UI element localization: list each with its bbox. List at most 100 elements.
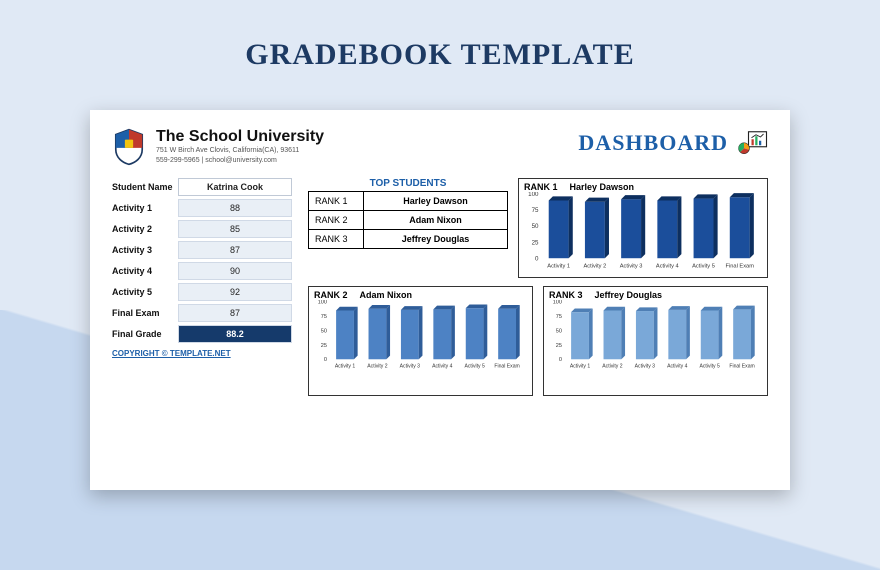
bar	[401, 310, 419, 359]
y-tick: 100	[553, 300, 562, 306]
bar	[636, 311, 654, 359]
y-tick: 50	[532, 223, 539, 230]
bar	[733, 309, 751, 359]
bar	[498, 309, 516, 360]
rank-cell: RANK 3	[309, 230, 364, 249]
rank-row: RANK 1Harley Dawson	[309, 192, 508, 211]
bar-side	[386, 305, 390, 359]
grade-value: 85	[178, 220, 292, 238]
school-address: 751 W Birch Ave Clovis, California(CA), …	[156, 146, 324, 156]
bar-top	[730, 193, 754, 197]
grade-row: Final Exam87	[112, 304, 292, 322]
student-name-row: Student Name Katrina Cook	[112, 178, 292, 196]
y-tick: 50	[556, 328, 562, 334]
x-tick: Activity 1	[547, 264, 570, 270]
bar-side	[677, 196, 681, 258]
school-crest-icon	[112, 128, 146, 166]
rank-row: RANK 3Jeffrey Douglas	[309, 230, 508, 249]
bar-top	[701, 307, 723, 311]
y-tick: 0	[324, 357, 327, 363]
chart-title: RANK 3Jeffrey Douglas	[549, 290, 762, 300]
y-tick: 100	[528, 192, 539, 198]
grade-value: 87	[178, 304, 292, 322]
bar-side	[484, 304, 488, 359]
bar	[336, 310, 354, 359]
bar	[571, 312, 589, 359]
grade-label: Final Exam	[112, 308, 178, 318]
page-title: GRADEBOOK TEMPLATE	[0, 0, 880, 72]
y-tick: 100	[318, 300, 327, 306]
school-name: The School University	[156, 128, 324, 146]
bar-top	[621, 195, 645, 199]
school-block: The School University 751 W Birch Ave Cl…	[112, 128, 324, 166]
y-tick: 25	[532, 239, 539, 246]
grade-label: Activity 4	[112, 266, 178, 276]
chart-rank-label: RANK 3	[549, 290, 583, 300]
card-header: The School University 751 W Birch Ave Cl…	[112, 128, 768, 166]
bar	[668, 310, 686, 359]
bar-top	[636, 307, 658, 311]
bar	[585, 202, 605, 258]
bar-chart: 0255075100Activity 1Activity 2Activity 3…	[549, 300, 762, 372]
gradebook-card: The School University 751 W Birch Ave Cl…	[90, 110, 790, 490]
x-tick: Final Exam	[729, 364, 754, 370]
bar-top	[466, 304, 488, 308]
y-tick: 75	[532, 207, 539, 214]
chart-rank-3: RANK 3Jeffrey Douglas0255075100Activity …	[543, 286, 768, 396]
bar-top	[604, 307, 626, 311]
y-tick: 0	[559, 357, 562, 363]
bar-top	[336, 307, 358, 311]
chart-title: RANK 1Harley Dawson	[524, 182, 762, 192]
x-tick: Activity 5	[465, 364, 485, 370]
bar	[433, 309, 451, 359]
bar-side	[569, 196, 573, 258]
student-name-label: Student Name	[112, 182, 178, 192]
bar	[694, 199, 714, 259]
grade-value: 92	[178, 283, 292, 301]
x-tick: Activity 2	[584, 264, 607, 270]
rank-row: RANK 2Adam Nixon	[309, 211, 508, 230]
copyright-link[interactable]: COPYRIGHT © TEMPLATE.NET	[112, 349, 292, 358]
rank-table: RANK 1Harley DawsonRANK 2Adam NixonRANK …	[308, 191, 508, 249]
bar-side	[354, 307, 358, 360]
bar	[604, 310, 622, 359]
bar	[621, 199, 641, 258]
dashboard-label: DASHBOARD	[578, 130, 728, 156]
bar	[730, 197, 750, 258]
y-tick: 75	[321, 314, 327, 320]
x-tick: Activity 1	[335, 364, 355, 370]
bar-side	[751, 306, 755, 360]
chart-student-name: Adam Nixon	[360, 290, 413, 300]
x-tick: Activity 3	[635, 364, 655, 370]
rank-cell: RANK 2	[309, 211, 364, 230]
grade-row: Activity 285	[112, 220, 292, 238]
y-tick: 0	[535, 255, 539, 262]
grade-value: 87	[178, 241, 292, 259]
rank-cell: RANK 1	[309, 192, 364, 211]
grade-label: Activity 5	[112, 287, 178, 297]
rank-name-cell: Adam Nixon	[364, 211, 508, 230]
x-tick: Activity 2	[367, 364, 387, 370]
grade-label: Activity 2	[112, 224, 178, 234]
chart-rank-2: RANK 2Adam Nixon0255075100Activity 1Acti…	[308, 286, 533, 396]
bar-top	[571, 308, 593, 312]
grade-row: Activity 592	[112, 283, 292, 301]
bar-top	[733, 306, 755, 310]
chart-student-name: Harley Dawson	[570, 182, 635, 192]
final-grade-row: Final Grade 88.2	[112, 325, 292, 343]
student-grades-panel: Student Name Katrina Cook Activity 188Ac…	[112, 178, 292, 396]
card-content: Student Name Katrina Cook Activity 188Ac…	[112, 178, 768, 396]
x-tick: Final Exam	[726, 264, 755, 270]
bar-side	[621, 307, 625, 360]
final-grade-label: Final Grade	[112, 329, 178, 339]
bar-top	[401, 306, 423, 310]
grade-value: 88	[178, 199, 292, 217]
bar-top	[585, 198, 609, 202]
student-name-value: Katrina Cook	[178, 178, 292, 196]
bar-top	[433, 306, 455, 310]
final-grade-value: 88.2	[178, 325, 292, 343]
school-contact: 559-299-5965 | school@university.com	[156, 156, 324, 166]
rank-name-cell: Jeffrey Douglas	[364, 230, 508, 249]
grade-value: 90	[178, 262, 292, 280]
top-students-title: TOP STUDENTS	[308, 178, 508, 189]
